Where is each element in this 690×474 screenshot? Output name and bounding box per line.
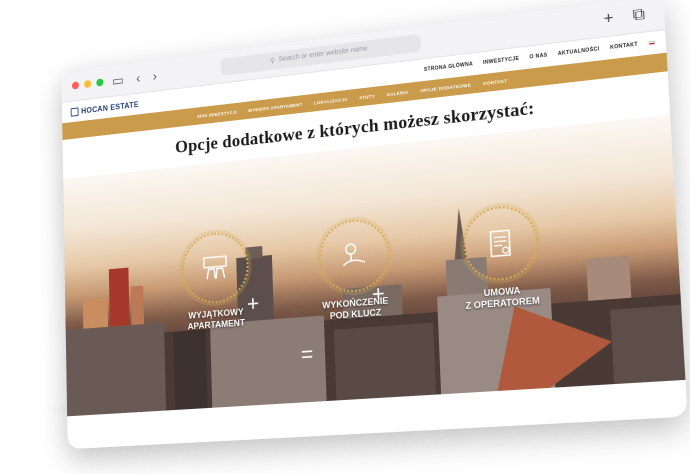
- logo-mark-icon: [70, 106, 79, 117]
- minimize-window-button[interactable]: [84, 79, 92, 88]
- search-icon: ⚲: [269, 57, 275, 65]
- main-nav-choose-apartment[interactable]: WYBIERZ APARTAMENT: [248, 102, 303, 113]
- browser-window: ▭ ‹ › ⚲ Search or enter website name + ⧉…: [61, 0, 688, 450]
- tabs-overview-icon[interactable]: ⧉: [626, 4, 652, 26]
- sidebar-toggle-icon[interactable]: ▭: [108, 72, 127, 88]
- top-nav-investments[interactable]: INWESTYCJE: [483, 56, 519, 66]
- main-nav-gallery[interactable]: GALERIA: [386, 89, 408, 96]
- main-nav-investments-list[interactable]: SPIS INWESTYCJI: [197, 109, 237, 118]
- main-nav-features[interactable]: ATUTY: [359, 93, 375, 100]
- address-placeholder: Search or enter website name: [278, 45, 368, 64]
- contract-icon: [481, 224, 518, 262]
- top-nav-home[interactable]: STRONA GŁÓWNA: [424, 61, 473, 73]
- maximize-window-button[interactable]: [96, 77, 104, 87]
- top-nav-about[interactable]: O NAS: [529, 52, 547, 60]
- main-nav-location[interactable]: LOKALIZACJA: [314, 96, 348, 105]
- top-nav-contact[interactable]: KONTAKT: [610, 42, 638, 51]
- main-nav-extra-options[interactable]: OPCJE DODATKOWE: [420, 82, 471, 93]
- option-wreath: [180, 229, 250, 306]
- language-flag-icon[interactable]: [648, 40, 656, 46]
- back-icon[interactable]: ‹: [132, 70, 144, 85]
- top-nav-news[interactable]: AKTUALNOŚCI: [558, 46, 600, 57]
- keys-hand-icon: [336, 243, 370, 274]
- site-logo[interactable]: HOCAN ESTATE: [70, 100, 139, 117]
- option-operator-contract: UMOWA Z OPERATOREM: [437, 201, 565, 314]
- forward-icon[interactable]: ›: [149, 67, 161, 83]
- mockup-stage: ▭ ‹ › ⚲ Search or enter website name + ⧉…: [0, 0, 690, 474]
- option-unique-apartment: WYJĄTKOWY APARTAMENT: [159, 228, 273, 335]
- new-tab-icon[interactable]: +: [597, 8, 621, 29]
- close-window-button[interactable]: [71, 80, 79, 90]
- equals-icon: =: [300, 341, 314, 368]
- main-nav-contact[interactable]: KONTAKT: [483, 78, 507, 86]
- option-turnkey-finish: WYKOŃCZENIE POD KLUCZ: [294, 215, 415, 325]
- option-wreath: [317, 216, 391, 295]
- option-wreath: [461, 203, 539, 284]
- room-icon: [198, 250, 230, 286]
